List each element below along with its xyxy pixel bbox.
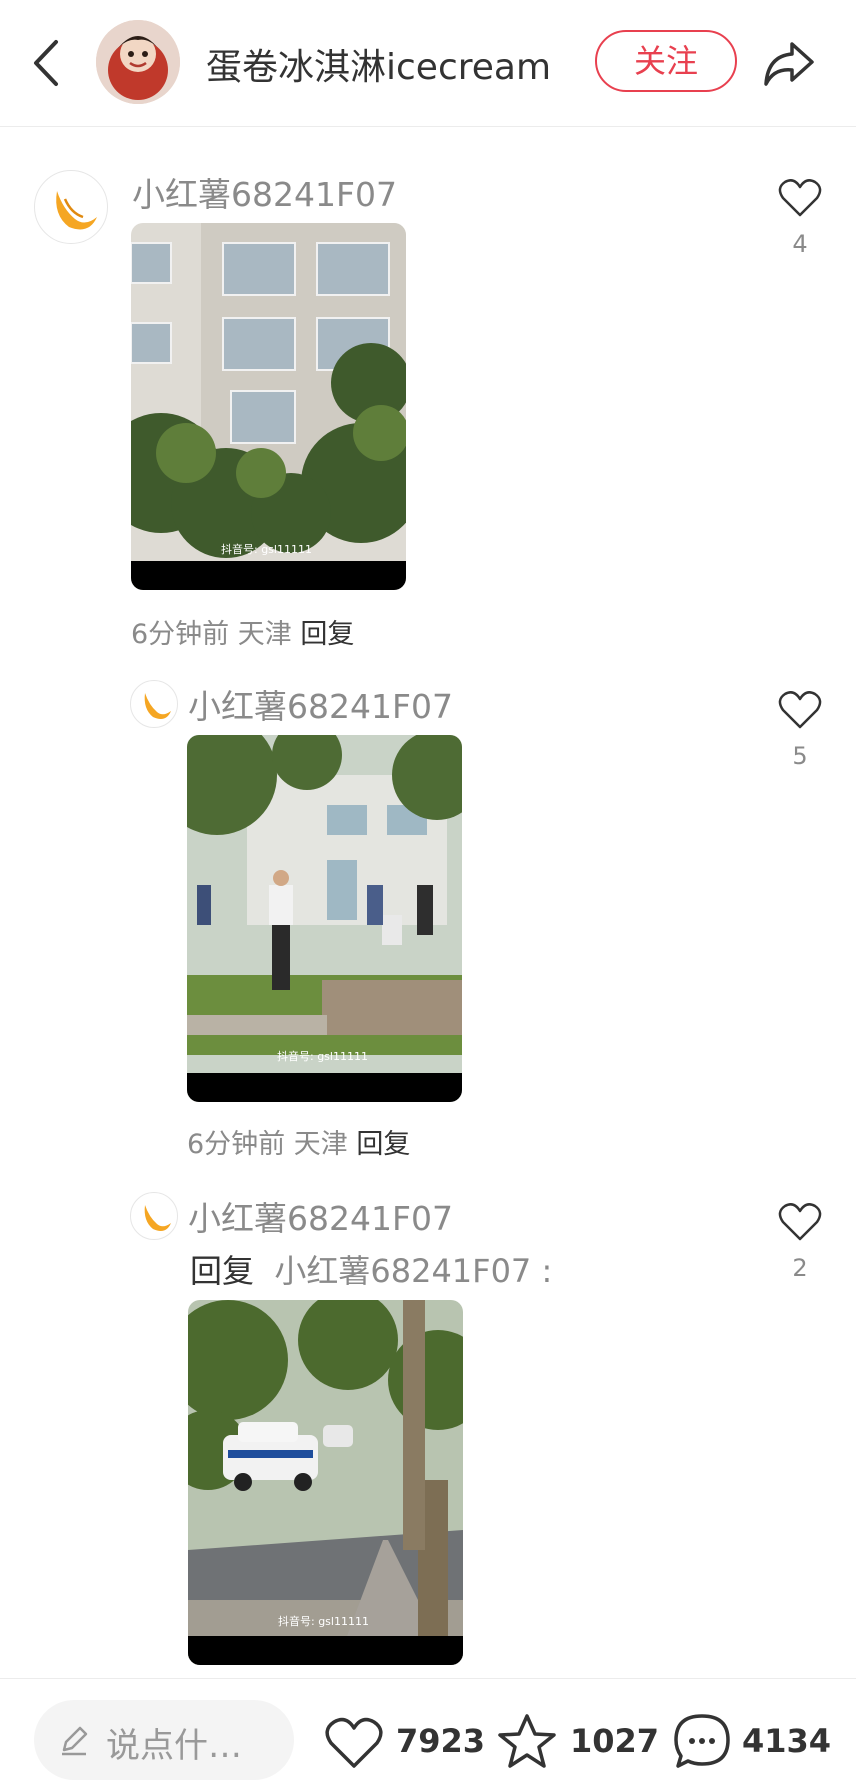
commenter-avatar[interactable] bbox=[130, 1192, 178, 1240]
comment-time: 6分钟前 bbox=[187, 1129, 286, 1160]
comment-image[interactable]: 抖音号: gsl11111 bbox=[188, 1300, 463, 1665]
star-icon[interactable] bbox=[496, 1712, 558, 1770]
comment-location: 天津 bbox=[237, 619, 292, 650]
pencil-icon bbox=[62, 1726, 88, 1756]
comment-username[interactable]: 小红薯68241F07 bbox=[132, 168, 397, 216]
reply-button[interactable]: 回复 bbox=[356, 1129, 410, 1160]
back-arrow-icon[interactable] bbox=[28, 36, 68, 90]
like-count: 2 bbox=[792, 1254, 808, 1282]
comment-input-placeholder[interactable]: 说点什… bbox=[106, 1718, 242, 1767]
like-count-total: 7923 bbox=[396, 1722, 486, 1760]
image-watermark: 抖音号: gsl11111 bbox=[221, 542, 312, 556]
author-avatar[interactable] bbox=[96, 20, 180, 104]
like-count: 5 bbox=[792, 742, 808, 770]
reply-to-line: 回复 小红薯68241F07 : bbox=[190, 1246, 552, 1292]
comment-time: 6分钟前 bbox=[131, 619, 230, 650]
share-icon[interactable] bbox=[760, 34, 818, 92]
reply-button[interactable]: 回复 bbox=[300, 619, 354, 650]
reply-target-username[interactable]: 小红薯68241F07 : bbox=[274, 1252, 552, 1290]
author-name[interactable]: 蛋卷冰淇淋icecream bbox=[206, 38, 551, 90]
comment-count: 4134 bbox=[742, 1722, 832, 1760]
comment-image[interactable]: 抖音号: gsl11111 bbox=[187, 735, 462, 1102]
image-watermark: 抖音号: gsl11111 bbox=[278, 1614, 369, 1628]
comment-image[interactable]: 抖音号: gsl11111 bbox=[131, 223, 406, 590]
follow-button[interactable]: 关注 bbox=[595, 30, 737, 92]
comment-meta: 6分钟前 天津 回复 bbox=[187, 1122, 410, 1161]
like-count: 4 bbox=[792, 230, 808, 258]
heart-icon[interactable] bbox=[778, 178, 822, 218]
commenter-avatar[interactable] bbox=[34, 170, 108, 244]
reply-prefix: 回复 bbox=[190, 1252, 255, 1290]
heart-icon[interactable] bbox=[778, 690, 822, 730]
comment-location: 天津 bbox=[293, 1129, 348, 1160]
comment-meta: 6分钟前 天津 回复 bbox=[131, 612, 354, 651]
comment-bubble-icon[interactable] bbox=[672, 1712, 732, 1770]
star-count: 1027 bbox=[570, 1722, 660, 1760]
heart-icon[interactable] bbox=[778, 1202, 822, 1242]
comment-username[interactable]: 小红薯68241F07 bbox=[188, 680, 453, 728]
image-watermark: 抖音号: gsl11111 bbox=[277, 1049, 368, 1063]
commenter-avatar[interactable] bbox=[130, 680, 178, 728]
comment-username[interactable]: 小红薯68241F07 bbox=[188, 1192, 453, 1240]
